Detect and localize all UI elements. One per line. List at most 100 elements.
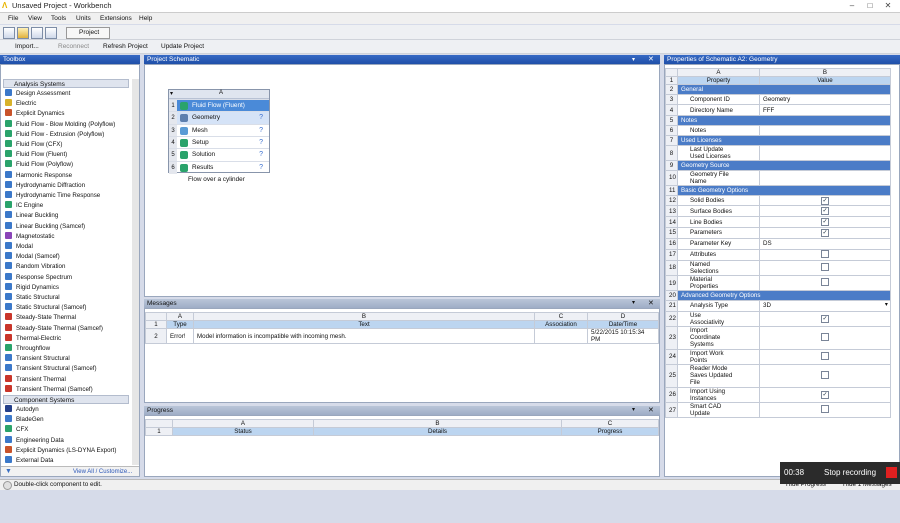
toolbox-item[interactable]: Fluid Flow (Fluent) [5,150,67,160]
menu-tools[interactable]: Tools [51,15,66,22]
close-button[interactable]: ✕ [879,0,897,11]
system-title-cell[interactable]: 1 Fluid Flow (Fluent) [169,99,269,112]
save-as-icon[interactable] [45,27,57,39]
system-cell[interactable]: 5 Solution? [169,148,269,162]
system-cell[interactable]: 2 Geometry? [169,111,269,125]
system-cell[interactable]: 3 Mesh? [169,123,269,137]
checkbox[interactable] [821,370,829,379]
property-section[interactable]: 2 General [665,84,891,95]
property-value-cell[interactable] [759,124,891,137]
project-tab[interactable]: Project [66,27,110,39]
property-value-cell[interactable] [759,348,891,366]
checkbox[interactable]: ✓ [821,390,829,399]
property-value-cell[interactable]: 3D ▾ [759,299,891,312]
system-cell[interactable]: 4 Setup? [169,135,269,149]
property-value-cell[interactable] [759,248,891,261]
menu-help[interactable]: Help [139,15,152,22]
toolbox-item[interactable]: Modal [5,242,33,252]
view-all-link[interactable]: View All / Customize... [73,469,132,475]
checkbox[interactable] [821,351,829,360]
new-file-icon[interactable] [3,27,15,39]
checkbox[interactable]: ✓ [821,218,829,227]
property-section[interactable]: 11 Basic Geometry Options [665,185,891,196]
toolbox-item[interactable]: Engineering Data [5,435,64,446]
menu-units[interactable]: Units [76,15,91,22]
panel-close-icon[interactable]: ✕ [648,299,654,307]
toolbox-item[interactable]: Steady-State Thermal [5,313,76,323]
property-value-cell[interactable] [759,364,891,388]
stop-recording-button[interactable]: Stop recording [824,468,876,477]
checkbox[interactable] [821,278,829,287]
import-button[interactable]: Import... [15,43,39,50]
property-value-cell[interactable] [759,326,891,350]
update-project-button[interactable]: Update Project [161,43,204,50]
toolbox-scrollbar[interactable] [132,79,139,465]
toolbox-item[interactable]: Transient Structural [5,354,70,364]
property-section[interactable]: 7 Used Licenses [665,135,891,146]
checkbox[interactable] [821,262,829,271]
property-value-cell[interactable]: Geometry [759,93,891,106]
property-value-cell[interactable]: DS [759,237,891,250]
toolbox-item[interactable]: Transient Thermal [5,374,66,385]
toolbox-item[interactable]: Static Structural (Samcef) [5,303,87,313]
toolbox-item[interactable]: Modal (Samcef) [5,252,60,262]
toolbox-item[interactable]: Hydrodynamic Diffraction [5,180,85,191]
property-value-cell[interactable]: ✓ [759,310,891,328]
property-value-cell[interactable] [759,275,891,292]
checkbox[interactable] [821,405,829,414]
toolbox-item[interactable]: Transient Thermal (Samcef) [5,384,93,395]
toolbox-item[interactable]: Explicit Dynamics [5,109,64,119]
system-cell[interactable]: 6 Results? [169,160,269,174]
panel-menu-icon[interactable]: ▾ [632,299,635,306]
menu-file[interactable]: File [8,15,18,22]
checkbox[interactable] [821,332,829,341]
collapse-icon[interactable]: ▾ [170,90,173,97]
toolbox-item[interactable]: Electric [5,99,36,109]
reconnect-button[interactable]: Reconnect [58,43,89,50]
property-value-cell[interactable]: ✓ [759,194,891,207]
toolbox-item[interactable]: Linear Buckling (Samcef) [5,221,85,232]
toolbox-item[interactable]: Static Structural [5,293,60,303]
toolbox-item[interactable]: Thermal-Electric [5,333,61,344]
property-value-cell[interactable]: ✓ [759,227,891,239]
toolbox-item[interactable]: Throughflow [5,344,50,354]
checkbox[interactable]: ✓ [821,207,829,216]
stop-icon[interactable] [886,467,897,478]
maximize-button[interactable]: □ [861,0,879,11]
toolbox-item[interactable]: Response Spectrum [5,272,72,283]
toolbox-item[interactable]: Fluid Flow (Polyflow) [5,160,73,170]
property-value-cell[interactable] [759,144,891,162]
system-block-fluid-flow[interactable]: ▾ A 1 Fluid Flow (Fluent) 2 Geometry? 3 Mesh?… [168,89,270,174]
panel-menu-icon[interactable]: ▾ [632,406,635,413]
toolbox-item[interactable]: Harmonic Response [5,170,72,181]
toolbox-item[interactable]: Transient Structural (Samcef) [5,364,97,374]
property-section[interactable]: 9 Geometry Source [665,160,891,171]
refresh-project-button[interactable]: Refresh Project [103,43,148,50]
toolbox-item[interactable]: Steady-State Thermal (Samcef) [5,323,103,334]
property-value-cell[interactable]: ✓ [759,205,891,218]
property-section[interactable]: 20 Advanced Geometry Options [665,290,891,301]
checkbox[interactable]: ✓ [821,314,829,323]
toolbox-item[interactable]: Linear Buckling [5,211,58,221]
toolbox-item[interactable]: Explicit Dynamics (LS-DYNA Export) [5,445,116,456]
open-folder-icon[interactable] [17,27,29,39]
toolbox-item[interactable]: Fluid Flow (CFX) [5,140,62,150]
checkbox[interactable]: ✓ [821,196,829,205]
minimize-button[interactable]: – [843,0,861,11]
checkbox[interactable] [821,249,829,258]
menu-extensions[interactable]: Extensions [100,15,132,22]
system-name[interactable]: Flow over a cylinder [188,176,245,183]
toolbox-item[interactable]: Fluid Flow - Blow Molding (Polyflow) [5,119,115,130]
panel-close-icon[interactable]: ✕ [648,55,654,63]
property-value-cell[interactable] [759,259,891,277]
toolbox-item[interactable]: Fluid Flow - Extrusion (Polyflow) [5,129,104,140]
panel-close-icon[interactable]: ✕ [648,406,654,414]
analysis-systems-group[interactable]: Analysis Systems [3,79,129,88]
component-systems-group[interactable]: Component Systems [3,395,129,404]
message-row[interactable]: 2 Error! Model information is incompatib… [145,328,659,344]
toolbox-item[interactable]: Magnetostatic [5,231,55,242]
checkbox[interactable]: ✓ [821,228,829,237]
panel-menu-icon[interactable]: ▾ [632,56,635,63]
property-value-cell[interactable]: ✓ [759,216,891,229]
toolbox-item[interactable]: CFX [5,425,28,435]
